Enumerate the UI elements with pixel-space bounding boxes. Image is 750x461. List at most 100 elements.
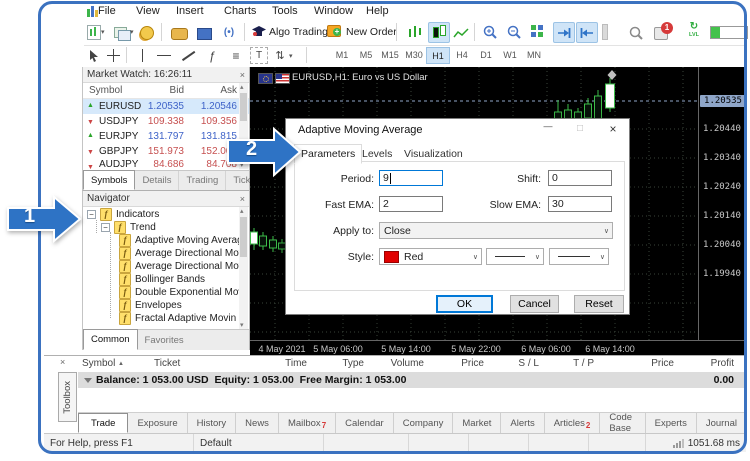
col-symbol[interactable]: Symbol	[82, 358, 115, 369]
toolbox-vertical-tab[interactable]: Toolbox	[58, 372, 77, 422]
slow-ema-input[interactable]: 30	[548, 196, 612, 212]
timeframe-m1[interactable]: M1	[330, 47, 354, 64]
tab-experts[interactable]: Experts	[646, 413, 697, 433]
tree-item-double-exponential-moving-average[interactable]: f Double Exponential Movi	[119, 286, 241, 299]
zoom-out-icon[interactable]	[505, 23, 524, 42]
lvl-icon[interactable]: ↻ LVL	[684, 21, 704, 43]
status-profile[interactable]: Default	[194, 434, 324, 452]
notifications-icon[interactable]: 1	[654, 24, 674, 40]
period-input[interactable]: 9	[379, 170, 443, 186]
tile-windows-icon[interactable]	[528, 23, 548, 42]
tab-common[interactable]: Common	[83, 329, 138, 350]
col-price[interactable]: Price	[424, 358, 484, 369]
tab-trade[interactable]: Trade	[78, 413, 128, 433]
col-ticket[interactable]: Ticket	[154, 358, 180, 369]
quote-row-usdjpy[interactable]: ▼ USDJPY 109.338 109.356	[83, 114, 249, 129]
tab-favorites[interactable]: Favorites	[138, 330, 191, 350]
tab-trading[interactable]: Trading	[179, 171, 226, 190]
collapse-icon[interactable]: −	[87, 210, 96, 219]
timeframe-m5[interactable]: M5	[354, 47, 378, 64]
close-icon[interactable]: ×	[240, 70, 245, 80]
menu-window[interactable]: Window	[314, 5, 353, 17]
search-icon[interactable]	[627, 23, 645, 42]
close-icon[interactable]: ×	[60, 357, 65, 367]
tab-market[interactable]: Market	[453, 413, 501, 433]
cancel-button[interactable]: Cancel	[510, 295, 559, 313]
timeframe-w1[interactable]: W1	[498, 47, 522, 64]
col-ask[interactable]: Ask	[186, 85, 237, 96]
tree-item-average-directional-movement[interactable]: f Average Directional Move	[119, 247, 241, 260]
col-volume[interactable]: Volume	[364, 358, 424, 369]
scrollbar-thumb[interactable]	[240, 93, 247, 121]
balance-row[interactable]: Balance: 1 053.00 USD Equity: 1 053.00 F…	[78, 372, 746, 388]
bar-chart-type-icon[interactable]	[406, 23, 425, 42]
tab-calendar[interactable]: Calendar	[336, 413, 394, 433]
dialog-titlebar[interactable]: Adaptive Moving Average — □ ×	[286, 119, 629, 141]
tree-item-indicators[interactable]: − f Indicators	[87, 208, 159, 221]
line-chart-type-icon[interactable]	[451, 23, 470, 42]
toolbar-grip[interactable]	[602, 24, 608, 40]
col-symbol[interactable]: Symbol	[89, 85, 122, 96]
menu-insert[interactable]: Insert	[176, 5, 204, 17]
scroll-up-icon[interactable]: ▴	[240, 207, 244, 215]
shift-end-icon[interactable]	[553, 22, 575, 43]
tab-symbols[interactable]: Symbols	[83, 170, 135, 190]
color-select[interactable]: Red ∨	[379, 248, 482, 265]
algo-trading-button[interactable]: Algo Trading	[269, 26, 328, 38]
tab-news[interactable]: News	[236, 413, 279, 433]
fibonacci-tool-icon[interactable]: ƒ	[202, 46, 222, 65]
new-order-button[interactable]: New Order	[346, 26, 397, 38]
tab-company[interactable]: Company	[394, 413, 454, 433]
status-latency-cell[interactable]: 1051.68 ms	[646, 434, 746, 452]
trendline-tool-icon[interactable]	[178, 46, 198, 65]
col-sl[interactable]: S / L	[484, 358, 539, 369]
new-chart-icon[interactable]	[86, 23, 102, 42]
apply-to-select[interactable]: Close ∨	[379, 222, 613, 239]
cursor-icon[interactable]	[86, 46, 102, 65]
timeframe-h4[interactable]: H4	[450, 47, 474, 64]
ok-button[interactable]: OK	[436, 295, 493, 313]
quote-row-eurusd[interactable]: ▲ EURUSD 1.20535 1.20546	[83, 99, 249, 114]
new-chart-caret-icon[interactable]: ▾	[101, 28, 105, 36]
channel-tool-icon[interactable]: ≡	[226, 46, 246, 65]
close-icon[interactable]: ×	[240, 194, 245, 204]
zoom-in-icon[interactable]	[481, 23, 500, 42]
quote-row-eurjpy[interactable]: ▲ EURJPY 131.797 131.815	[83, 129, 249, 144]
tab-details[interactable]: Details	[135, 171, 179, 190]
col-bid[interactable]: Bid	[133, 85, 184, 96]
menu-help[interactable]: Help	[366, 5, 389, 17]
tab-history[interactable]: History	[188, 413, 237, 433]
deposit-coins-icon[interactable]	[139, 23, 155, 42]
navigator-scrollbar[interactable]: ▴ ▾	[239, 207, 248, 329]
minimize-icon[interactable]: —	[534, 121, 562, 131]
chevron-down-icon[interactable]	[84, 378, 92, 383]
timeframe-m15[interactable]: M15	[378, 47, 402, 64]
col-price-current[interactable]: Price	[599, 358, 674, 369]
scroll-down-icon[interactable]: ▾	[240, 321, 244, 329]
arrows-tool-icon[interactable]: ⇅	[272, 46, 288, 65]
menu-file[interactable]: File	[98, 5, 116, 17]
crosshair-icon[interactable]	[104, 46, 122, 65]
text-tool-icon[interactable]: T	[250, 47, 268, 64]
quote-row-gbpjpy[interactable]: ▼ GBPJPY 151.973 152.004	[83, 144, 249, 159]
tab-journal[interactable]: Journal	[697, 413, 746, 433]
line-style-select[interactable]: ∨	[486, 248, 544, 265]
dialog-tab-levels[interactable]: Levels	[356, 145, 398, 162]
col-profit[interactable]: Profit	[674, 358, 734, 369]
monitor-icon[interactable]	[196, 24, 212, 43]
gold-plate-icon[interactable]	[170, 24, 188, 43]
tree-item-adaptive-moving-average[interactable]: f Adaptive Moving Average	[119, 234, 241, 247]
dialog-tab-visualization[interactable]: Visualization	[398, 145, 469, 162]
fast-ema-input[interactable]: 2	[379, 196, 443, 212]
tab-exposure[interactable]: Exposure	[128, 413, 187, 433]
scroll-up-icon[interactable]: ▴	[240, 83, 244, 91]
collapse-icon[interactable]: −	[101, 223, 110, 232]
menu-view[interactable]: View	[136, 5, 160, 17]
arrows-caret-icon[interactable]: ▾	[289, 52, 293, 60]
tab-mailbox[interactable]: Mailbox7	[279, 413, 336, 433]
scrollbar-thumb[interactable]	[240, 217, 247, 257]
vertical-line-tool-icon[interactable]	[134, 46, 150, 65]
profiles-caret-icon[interactable]: ▾	[130, 28, 134, 36]
tree-item-bollinger-bands[interactable]: f Bollinger Bands	[119, 273, 205, 286]
auto-scroll-icon[interactable]	[576, 22, 598, 43]
